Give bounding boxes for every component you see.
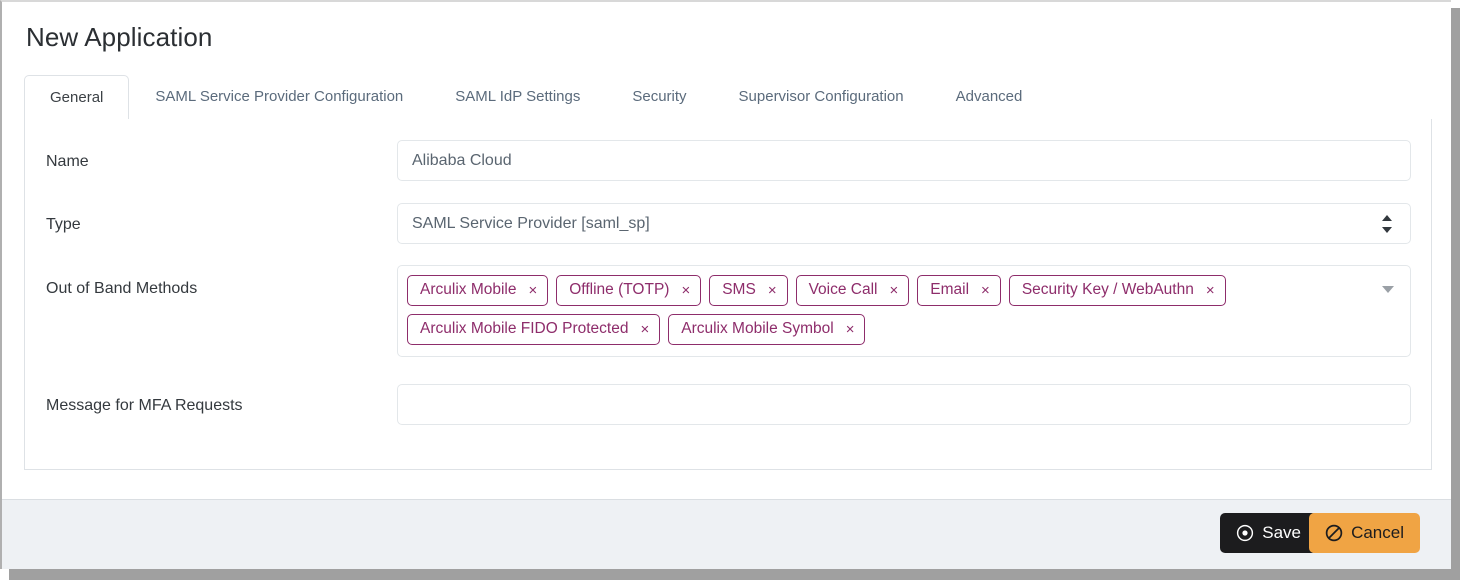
tab-saml-service-provider-configuration-label: SAML Service Provider Configuration bbox=[155, 88, 404, 105]
ban-icon bbox=[1325, 524, 1343, 542]
tag-label: Offline (TOTP) bbox=[569, 281, 670, 298]
page-title: New Application bbox=[26, 22, 213, 52]
tab-advanced[interactable]: Advanced bbox=[930, 74, 1049, 119]
window-shadow-bottom bbox=[9, 569, 1460, 580]
tab-supervisor-configuration[interactable]: Supervisor Configuration bbox=[713, 74, 930, 119]
tag-security-key-webauthn[interactable]: Security Key / WebAuthn × bbox=[1008, 275, 1226, 306]
tag-label: SMS bbox=[722, 281, 756, 298]
tag-voice-call[interactable]: Voice Call × bbox=[795, 275, 910, 306]
tag-remove-icon[interactable]: × bbox=[528, 283, 537, 298]
tab-saml-idp-settings-label: SAML IdP Settings bbox=[455, 88, 581, 105]
dialog-footer: Save Cancel bbox=[2, 499, 1451, 569]
tag-offline-totp[interactable]: Offline (TOTP) × bbox=[556, 275, 702, 306]
tag-label: Security Key / WebAuthn bbox=[1021, 281, 1194, 298]
dot-circle-icon bbox=[1236, 524, 1254, 542]
tag-arculix-mobile-fido-protected[interactable]: Arculix Mobile FIDO Protected × bbox=[407, 314, 661, 345]
tag-remove-icon[interactable]: × bbox=[681, 283, 690, 298]
name-label: Name bbox=[46, 153, 89, 170]
tag-arculix-mobile[interactable]: Arculix Mobile × bbox=[407, 275, 549, 306]
save-button-label: Save bbox=[1262, 523, 1301, 542]
tag-email[interactable]: Email × bbox=[917, 275, 1001, 306]
type-label: Type bbox=[46, 216, 81, 233]
name-input[interactable] bbox=[397, 140, 1411, 181]
cancel-button[interactable]: Cancel bbox=[1309, 513, 1420, 553]
type-select[interactable]: SAML Service Provider [saml_sp] bbox=[397, 203, 1411, 244]
tab-supervisor-configuration-label: Supervisor Configuration bbox=[738, 88, 904, 105]
tag-label: Arculix Mobile bbox=[420, 281, 517, 298]
general-form-panel: Name Type SAML Service Provider [saml_sp… bbox=[24, 119, 1432, 470]
tag-label: Voice Call bbox=[808, 281, 878, 298]
tab-security[interactable]: Security bbox=[606, 74, 712, 119]
window-shadow-right bbox=[1451, 8, 1460, 580]
tab-saml-idp-settings[interactable]: SAML IdP Settings bbox=[429, 74, 606, 119]
tag-list: Arculix Mobile × Offline (TOTP) × SMS × bbox=[407, 275, 1366, 345]
tag-label: Arculix Mobile Symbol bbox=[681, 320, 834, 337]
tag-sms[interactable]: SMS × bbox=[709, 275, 788, 306]
tab-advanced-label: Advanced bbox=[955, 88, 1023, 105]
tag-remove-icon[interactable]: × bbox=[846, 322, 855, 337]
mfa-message-input[interactable] bbox=[397, 384, 1411, 425]
tag-remove-icon[interactable]: × bbox=[890, 283, 899, 298]
tag-remove-icon[interactable]: × bbox=[768, 283, 777, 298]
tab-general-label: General bbox=[50, 89, 104, 106]
tab-bar: General SAML Service Provider Configurat… bbox=[24, 75, 1432, 120]
type-select-value: SAML Service Provider [saml_sp] bbox=[412, 215, 650, 232]
save-button[interactable]: Save bbox=[1220, 513, 1317, 553]
out-of-band-methods-multiselect[interactable]: Arculix Mobile × Offline (TOTP) × SMS × bbox=[397, 265, 1411, 357]
tag-label: Arculix Mobile FIDO Protected bbox=[420, 320, 629, 337]
application-window: New Application General SAML Service Pro… bbox=[0, 0, 1451, 569]
mfa-message-label: Message for MFA Requests bbox=[46, 397, 243, 414]
chevron-down-icon[interactable] bbox=[1382, 286, 1394, 293]
tag-remove-icon[interactable]: × bbox=[1206, 283, 1215, 298]
tag-label: Email bbox=[930, 281, 970, 298]
tab-general[interactable]: General bbox=[24, 75, 130, 120]
out-of-band-methods-label: Out of Band Methods bbox=[46, 280, 198, 297]
screen-root: New Application General SAML Service Pro… bbox=[0, 0, 1460, 580]
tab-saml-service-provider-configuration[interactable]: SAML Service Provider Configuration bbox=[129, 74, 429, 119]
tag-remove-icon[interactable]: × bbox=[640, 322, 649, 337]
tag-remove-icon[interactable]: × bbox=[981, 283, 990, 298]
tab-security-label: Security bbox=[632, 88, 687, 105]
tag-arculix-mobile-symbol[interactable]: Arculix Mobile Symbol × bbox=[668, 314, 866, 345]
select-updown-icon bbox=[1382, 214, 1392, 233]
cancel-button-label: Cancel bbox=[1351, 523, 1404, 542]
